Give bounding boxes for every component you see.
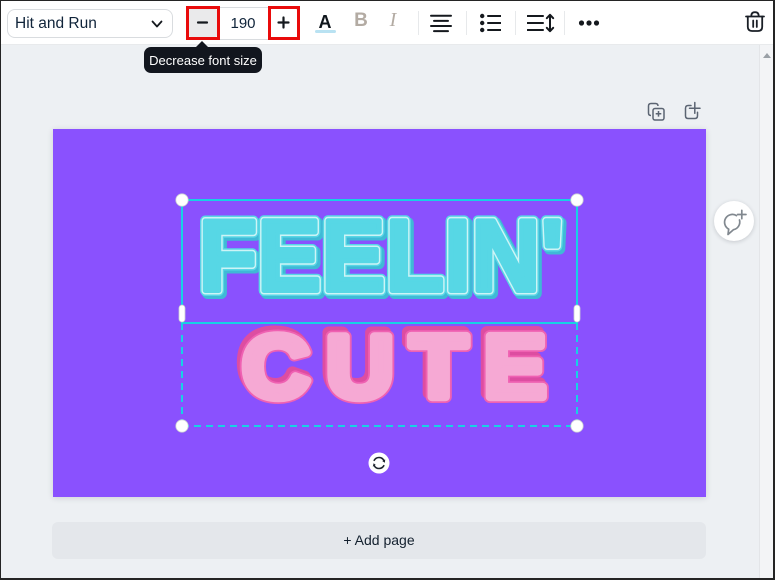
svg-text:FEELIN': FEELIN'	[199, 199, 564, 312]
svg-text:CUTE: CUTE	[242, 318, 562, 416]
